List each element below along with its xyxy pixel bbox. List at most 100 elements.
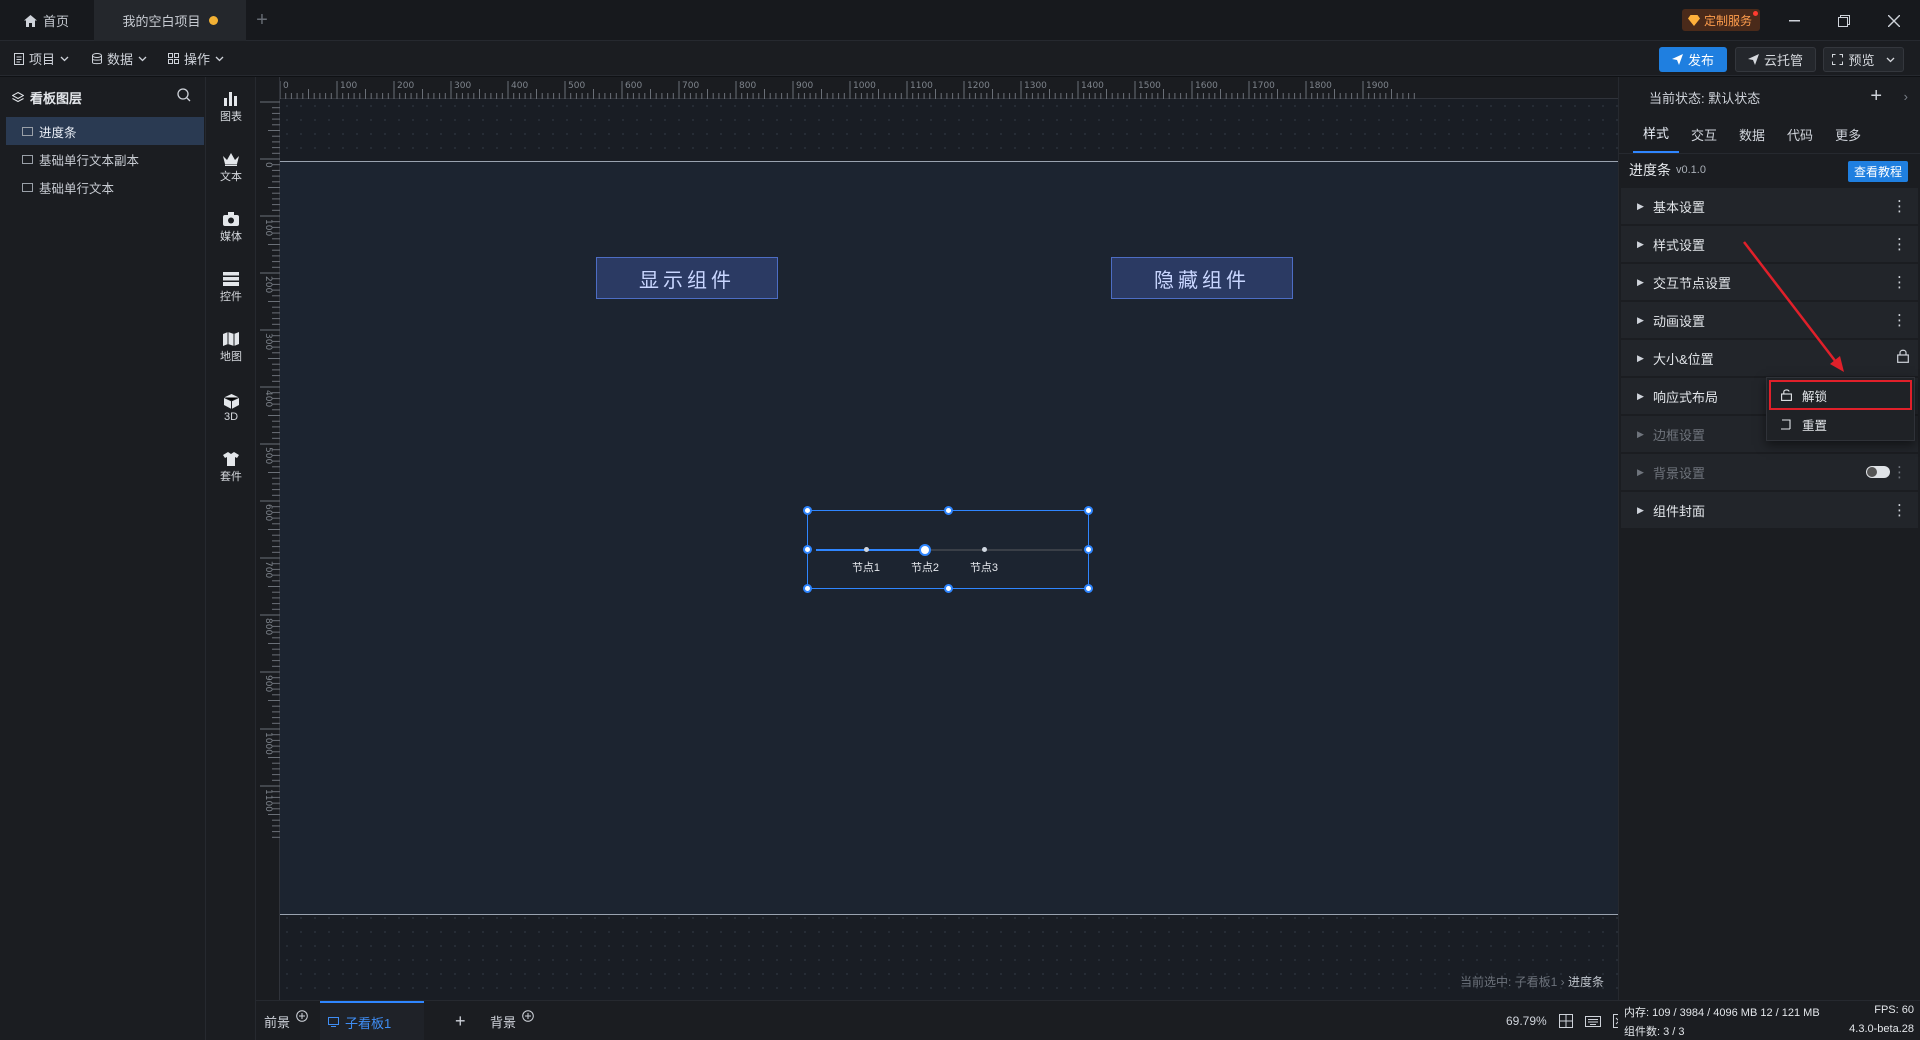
reset-menu-item[interactable]: 重置 [1767,410,1914,438]
add-circle-icon[interactable] [296,1010,308,1022]
show-component-button[interactable]: 显示组件 [596,257,778,299]
tab-style[interactable]: 样式 [1633,123,1680,153]
tab-code[interactable]: 代码 [1777,125,1823,153]
progress-node[interactable] [863,547,869,552]
more-vertical-icon[interactable]: ⋮ [1892,463,1907,481]
add-board-button[interactable]: + [455,1001,466,1040]
tab-data[interactable]: 数据 [1729,125,1775,153]
strip-item-media[interactable]: 媒体 [206,203,256,253]
ruler-label: 700 [263,561,273,578]
image-icon [22,154,33,164]
layers-icon [12,91,24,102]
strip-item-controls[interactable]: 控件 [206,263,256,313]
ruler-label: 1500 [1138,81,1161,91]
resize-handle[interactable] [944,506,953,515]
tab-more[interactable]: 更多 [1825,125,1871,153]
menu-project[interactable]: 项目 [14,41,69,76]
strip-item-label: 3D [223,410,239,423]
strip-item-map[interactable]: 地图 [206,323,256,373]
progress-node[interactable] [919,544,931,556]
unlock-menu-item[interactable]: 解锁 [1769,380,1912,410]
keyboard-icon[interactable] [1584,1015,1601,1027]
resize-handle[interactable] [803,584,812,593]
section-label: 边框设置 [1653,427,1706,443]
ruler-label: 100 [263,219,273,236]
bottom-bar: 前景 子看板1 + 背景 69.79% [256,1000,1627,1040]
strip-item-text[interactable]: 文本 [206,143,256,193]
resize-handle[interactable] [803,545,812,554]
strip-item-chart[interactable]: 图表 [206,83,256,133]
preview-button[interactable]: 预览 [1823,47,1904,72]
more-vertical-icon[interactable]: ⋮ [1892,501,1907,519]
layer-item-text[interactable]: 基础单行文本 [0,173,205,201]
resize-handle[interactable] [1084,545,1093,554]
add-tab-button[interactable]: + [246,0,278,41]
more-vertical-icon[interactable]: ⋮ [1892,273,1907,291]
background-layer-tab[interactable]: 背景 [490,1001,534,1040]
horizontal-ruler: 0 100 200 300 400 500 600 700 800 900 1000 1100 1200… [279,77,1618,99]
progress-component[interactable]: 节点1 节点2 节点3 [803,506,1093,593]
hide-component-button[interactable]: 隐藏组件 [1111,257,1293,299]
strip-item-label: 地图 [220,351,242,363]
section-interactive-node[interactable]: ▶ 交互节点设置 ⋮ [1621,264,1918,300]
add-state-button[interactable]: + [1870,85,1882,108]
resize-handle[interactable] [944,584,953,593]
cloud-hosting-button[interactable]: 云托管 [1735,47,1816,72]
section-background[interactable]: ▶ 背景设置 ⋮ [1621,454,1918,490]
resize-handle[interactable] [1084,506,1093,515]
layer-panel-title: 看板图层 [30,90,83,106]
strip-item-label: 媒体 [220,231,242,243]
layer-panel-header: 看板图层 [0,77,205,117]
document-icon [14,52,24,65]
current-state-label[interactable]: 当前状态: 默认状态 [1649,88,1760,107]
progress-node[interactable] [981,547,987,552]
add-circle-icon[interactable] [522,1010,534,1022]
section-style[interactable]: ▶ 样式设置 ⋮ [1621,226,1918,262]
tab-interaction[interactable]: 交互 [1681,125,1727,153]
background-layer-label: 背景 [490,1014,517,1030]
section-cover[interactable]: ▶ 组件封面 ⋮ [1621,492,1918,528]
send-icon [1747,54,1759,65]
vertical-ruler: 0 100 200 300 400 500 600 700 800 900 1000 1100 [256,77,280,1000]
layer-item-progress[interactable]: 进度条 [6,117,204,145]
chevron-right-icon[interactable]: › [1904,89,1908,104]
publish-button[interactable]: 发布 [1659,47,1727,72]
send-icon [1671,54,1683,65]
cube-icon [223,393,239,409]
ruler-label: 0 [263,162,273,168]
tutorial-button[interactable]: 查看教程 [1847,161,1908,182]
section-animation[interactable]: ▶ 动画设置 ⋮ [1621,302,1918,338]
lock-icon[interactable] [1897,349,1909,363]
strip-item-3d[interactable]: 3D [206,383,256,433]
front-layer-tab[interactable]: 前景 [264,1001,308,1040]
close-button[interactable] [1870,0,1918,41]
section-size-position[interactable]: ▶ 大小&位置 [1621,340,1918,376]
menu-data[interactable]: 数据 [92,41,147,76]
strip-item-kit[interactable]: 套件 [206,443,256,493]
section-label: 组件封面 [1653,503,1706,519]
background-toggle[interactable] [1866,466,1890,478]
layer-item-text-copy[interactable]: 基础单行文本副本 [0,145,205,173]
minimize-button[interactable] [1770,0,1818,41]
custom-service-button[interactable]: 定制服务 [1682,9,1761,31]
fit-screen-icon[interactable] [1558,1014,1573,1028]
menu-operate[interactable]: 操作 [168,41,224,76]
caret-right-icon: ▶ [1637,428,1644,439]
tab-home[interactable]: 首页 [14,0,94,41]
layer-panel: 看板图层 进度条 基础单行文本副本 基础单行文本 [0,77,206,1040]
resize-handle[interactable] [803,506,812,515]
resize-handle[interactable] [1084,584,1093,593]
ruler-label: 1600 [1195,81,1218,91]
sub-board-tab[interactable]: 子看板1 [320,1001,424,1040]
more-vertical-icon[interactable]: ⋮ [1892,235,1907,253]
more-vertical-icon[interactable]: ⋮ [1892,197,1907,215]
zoom-level[interactable]: 69.79% [1506,1014,1547,1028]
section-basic[interactable]: ▶ 基本设置 ⋮ [1621,188,1918,224]
search-icon[interactable] [177,88,191,102]
more-vertical-icon[interactable]: ⋮ [1892,311,1907,329]
restore-button[interactable] [1820,0,1868,41]
tab-project[interactable]: 我的空白项目 [94,0,246,41]
image-icon [22,126,33,136]
ruler-label: 300 [454,81,471,91]
layer-item-label: 基础单行文本 [39,181,115,196]
